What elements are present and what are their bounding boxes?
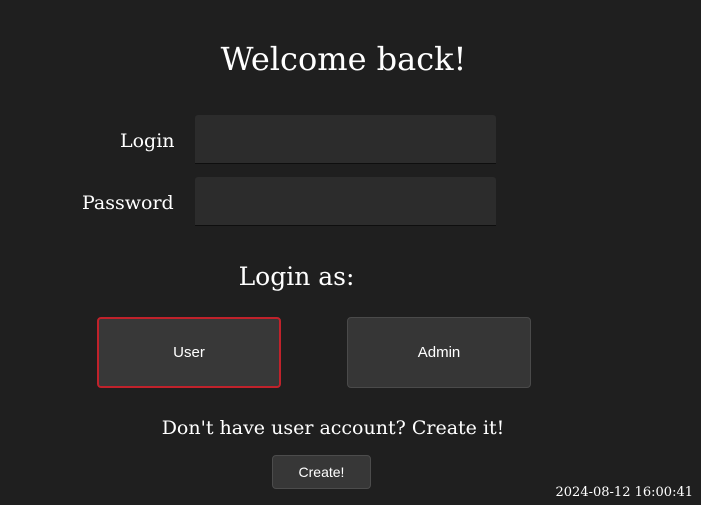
create-account-label: Create! <box>298 464 345 480</box>
admin-role-button[interactable]: Admin <box>347 317 531 388</box>
create-account-prompt: Don't have user account? Create it! <box>161 417 505 439</box>
page-title: Welcome back! <box>220 40 467 78</box>
login-input[interactable] <box>195 115 496 164</box>
password-label: Password <box>82 192 174 214</box>
login-as-heading: Login as: <box>238 262 355 291</box>
timestamp: 2024-08-12 16:00:41 <box>555 485 693 500</box>
login-label: Login <box>120 130 175 152</box>
admin-role-label: Admin <box>417 344 461 361</box>
user-role-button[interactable]: User <box>97 317 281 388</box>
user-role-label: User <box>173 344 205 361</box>
password-input[interactable] <box>195 177 496 226</box>
create-account-button[interactable]: Create! <box>272 455 371 489</box>
